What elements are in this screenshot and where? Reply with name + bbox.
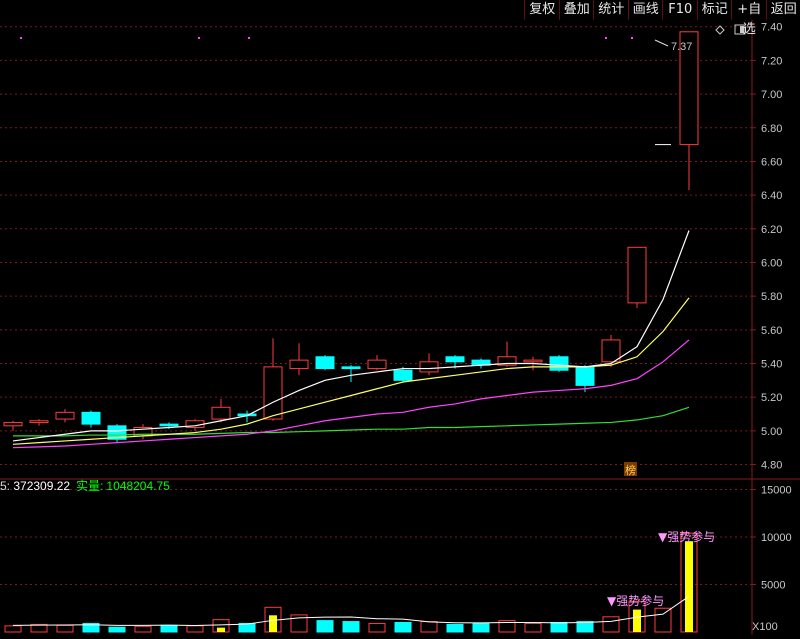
price-axis: 7.40 7.20 7.00 6.80 6.60 6.40 6.20 6.00 5.80 5.60…	[752, 22, 782, 472]
candle-body[interactable]	[82, 412, 100, 424]
price-tick-label: 5.80	[761, 291, 782, 303]
chart-canvas[interactable]: 7.40 7.20 7.00 6.80 6.60 6.40 6.20 6.00 5.80 5.60…	[0, 0, 800, 635]
price-tick-label: 4.80	[761, 460, 782, 472]
volume-bar-highlight	[269, 615, 277, 632]
signal-dot	[20, 37, 22, 39]
candle-body[interactable]	[420, 362, 438, 372]
candle-body[interactable]	[576, 367, 594, 386]
volume-bar	[551, 623, 567, 633]
volume-tick-label: 15000	[761, 485, 792, 497]
volume-axis: 15000 10000 5000	[752, 485, 792, 592]
signal-dot	[198, 37, 200, 39]
toolbar-button-7[interactable]: 返回	[766, 0, 800, 20]
volume-bar	[603, 617, 619, 632]
candle-body[interactable]	[394, 370, 412, 380]
price-tick-label: 6.20	[761, 224, 782, 236]
toolbar-button-6[interactable]: +自选	[731, 0, 767, 20]
volume-bar	[655, 608, 671, 632]
volume-tick-label: 5000	[761, 580, 785, 592]
candle-body[interactable]	[628, 247, 646, 303]
signal-dot	[631, 37, 633, 39]
price-tick-label: 7.20	[761, 55, 782, 67]
volume-bar	[317, 621, 333, 632]
volume-bar	[57, 625, 73, 632]
volume-bar	[421, 622, 437, 632]
volume-bar-highlight	[685, 541, 693, 632]
strong-signal-label-2: ▼强势参与	[607, 593, 664, 608]
vol-ma-prefix: 5:	[0, 479, 13, 493]
price-tick-label: 5.60	[761, 325, 782, 337]
high-price-label: 7.37	[671, 41, 692, 53]
volume-bar-highlight	[217, 628, 225, 632]
candle-body[interactable]	[4, 422, 22, 425]
volume-bar	[343, 622, 359, 632]
candle-body[interactable]	[550, 357, 568, 370]
price-tick-label: 7.40	[761, 22, 782, 34]
volume-bar	[369, 623, 385, 632]
price-tick-label: 6.80	[761, 123, 782, 135]
moving-averages	[13, 230, 689, 447]
volume-bars	[5, 533, 697, 632]
volume-bar	[187, 626, 203, 632]
board-tag: 榜	[625, 463, 636, 477]
high-price-pointer	[655, 40, 668, 46]
candle-body[interactable]	[524, 360, 542, 362]
signal-dot	[248, 37, 250, 39]
price-tick-label: 6.60	[761, 156, 782, 168]
volume-unit-label: X100	[752, 621, 778, 633]
toolbar-button-3[interactable]: 画线	[628, 0, 664, 20]
price-tick-label: 6.40	[761, 190, 782, 202]
price-tick-label: 5.20	[761, 392, 782, 404]
candle-body[interactable]	[602, 340, 620, 362]
toolbar-button-2[interactable]: 统计	[593, 0, 629, 20]
candle-body[interactable]	[30, 421, 48, 423]
toolbar-button-1[interactable]: 叠加	[559, 0, 595, 20]
candle-body[interactable]	[160, 424, 178, 426]
candle-body[interactable]	[316, 357, 334, 369]
candle-body[interactable]	[290, 360, 308, 368]
candle-body[interactable]	[56, 412, 74, 419]
signal-dot	[605, 37, 607, 39]
volume-bar	[135, 626, 151, 632]
candle-body[interactable]	[212, 407, 230, 419]
volume-bar	[395, 623, 411, 633]
volume-info-line: 5: 372309.22 实量:1048204.75	[0, 478, 170, 493]
volume-bar	[161, 625, 177, 632]
actual-volume-value: 1048204.75	[106, 479, 170, 493]
volume-bar	[473, 623, 489, 632]
actual-volume-label: 实量:	[76, 478, 103, 493]
price-tick-label: 6.00	[761, 257, 782, 269]
candle-body[interactable]	[264, 367, 282, 419]
vol-ma-value: 372309.22	[13, 479, 70, 493]
volume-bar	[577, 622, 593, 632]
candle-body[interactable]	[368, 360, 386, 368]
toolbar-button-0[interactable]: 复权	[524, 0, 560, 20]
strong-signal-label-1: ▼强势参与	[658, 529, 715, 544]
candle-body[interactable]	[342, 367, 360, 369]
volume-bar	[5, 626, 21, 632]
toolbar-button-5[interactable]: 标记	[697, 0, 733, 20]
toolbar-button-4[interactable]: F10	[662, 0, 698, 20]
volume-bar	[447, 624, 463, 632]
stock-chart[interactable]: 7.40 7.20 7.00 6.80 6.60 6.40 6.20 6.00 5.80 5.60…	[0, 0, 800, 635]
volume-bar-highlight	[633, 610, 641, 632]
candlesticks	[4, 32, 698, 443]
volume-tick-label: 10000	[761, 532, 792, 544]
price-tick-label: 7.00	[761, 89, 782, 101]
volume-bar	[525, 623, 541, 632]
candle-body[interactable]	[446, 357, 464, 362]
volume-bar	[109, 627, 125, 632]
price-tick-label: 5.40	[761, 359, 782, 371]
price-tick-label: 5.00	[761, 426, 782, 438]
